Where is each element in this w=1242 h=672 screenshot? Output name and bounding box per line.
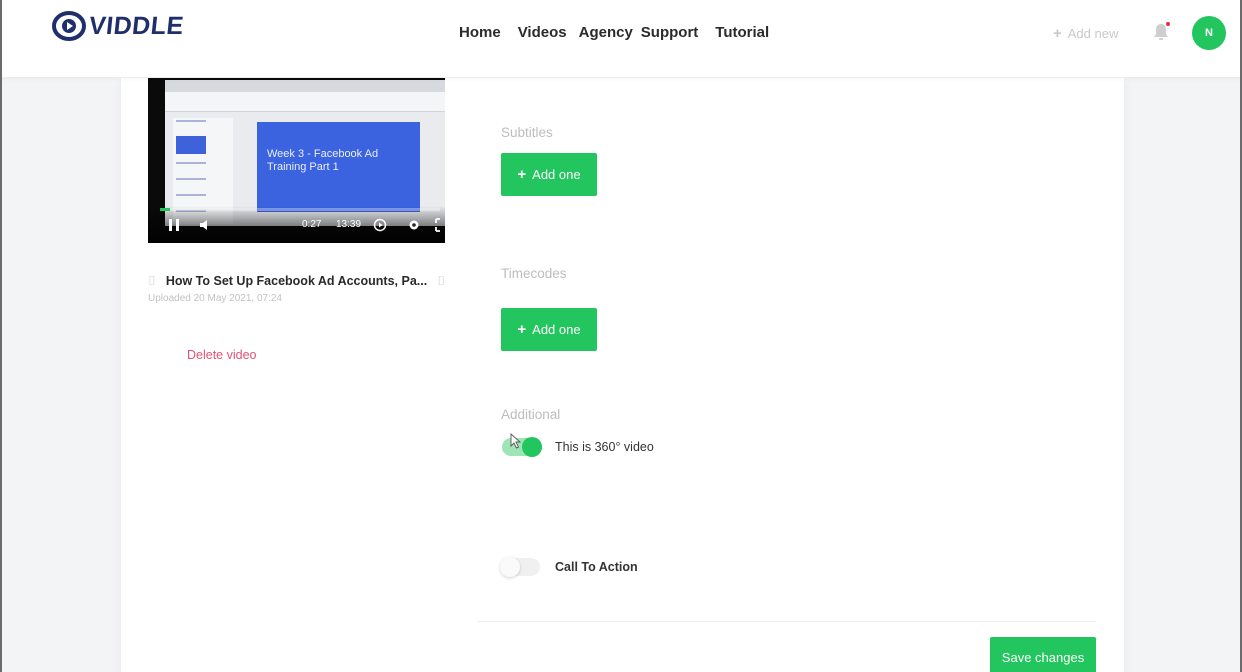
edit-title-icon[interactable]: ⌷ [437,273,445,289]
slide-preview: Week 3 - Facebook Ad Training Part 1 [257,122,420,212]
pause-icon[interactable] [169,219,179,231]
volume-icon[interactable] [199,218,213,232]
fullscreen-icon[interactable] [435,218,445,232]
add-new-label: Add new [1067,26,1119,41]
add-subtitle-label: Add one [532,167,581,182]
speed-icon[interactable] [373,218,387,232]
duration: 13:39 [336,219,362,230]
add-new-button[interactable]: + Add new [1053,25,1118,42]
video-title-text[interactable]: How To Set Up Facebook Ad Accounts, Pa..… [166,274,427,288]
player-controls [148,206,445,243]
nav-home[interactable]: Home [459,24,501,41]
video-frame: Week 3 - Facebook Ad Training Part 1 [165,80,445,226]
nav-tutorial[interactable]: Tutorial [715,24,769,41]
toggle-360-label: This is 360° video [555,440,654,454]
add-timecode-label: Add one [532,322,581,337]
drag-handle-icon[interactable]: ⌷ [148,273,156,289]
logo-play-icon [52,11,86,41]
delete-video-link[interactable]: Delete video [187,348,257,362]
viddle-logo[interactable]: VIDDLE [52,10,186,42]
avatar[interactable]: N [1192,16,1226,50]
nav-support[interactable]: Support [641,24,699,41]
timecodes-label: Timecodes [501,266,567,281]
settings-gear-icon[interactable] [407,218,421,232]
plus-icon: + [517,166,527,183]
divider [478,621,1096,622]
plus-icon: + [1053,25,1062,42]
call-to-action-label: Call To Action [555,560,638,574]
additional-label: Additional [501,407,561,422]
nav-agency[interactable]: Agency [579,24,633,41]
notification-dot [1166,22,1170,26]
video-title: ⌷ How To Set Up Facebook Ad Accounts, Pa… [148,273,446,289]
logo-wordmark: VIDDLE [87,11,186,40]
add-timecode-button[interactable]: + Add one [501,308,597,351]
subtitles-label: Subtitles [501,125,553,140]
bell-icon[interactable] [1152,22,1170,42]
add-subtitle-button[interactable]: + Add one [501,153,597,196]
progress-fill [160,208,170,211]
video-player[interactable]: Week 3 - Facebook Ad Training Part 1 0:2… [148,78,445,243]
mouse-cursor-icon [510,433,522,449]
nav-videos[interactable]: Videos [518,24,567,41]
main-nav: Home Videos Agency Support Tutorial [459,24,769,41]
save-changes-button[interactable]: Save changes [990,637,1096,672]
upload-date: Uploaded 20 May 2021, 07:24 [148,293,282,304]
top-navbar: VIDDLE Home Videos Agency Support Tutori… [0,0,1242,78]
toggle-call-to-action[interactable] [500,557,540,577]
progress-bar[interactable] [160,208,440,211]
plus-icon: + [517,321,527,338]
toggle-360-video[interactable] [502,437,542,457]
current-time: 0:27 [302,219,322,230]
